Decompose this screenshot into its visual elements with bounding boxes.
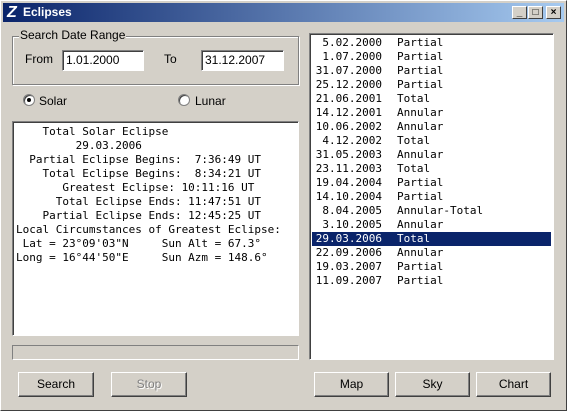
list-item[interactable]: 21.06.2001 Total <box>312 92 551 106</box>
list-item[interactable]: 31.05.2003 Annular <box>312 148 551 162</box>
list-item[interactable]: 8.04.2005 Annular-Total <box>312 204 551 218</box>
eclipse-type: Annular <box>397 120 444 133</box>
list-item[interactable]: 5.02.2000 Partial <box>312 36 551 50</box>
window-title: Eclipses <box>23 5 72 19</box>
eclipse-type: Partial <box>397 50 444 63</box>
details-line: Total Eclipse Begins: 8:34:21 UT <box>16 167 262 180</box>
eclipse-type: Total <box>397 162 431 175</box>
eclipse-type: Partial <box>397 190 444 203</box>
map-button[interactable]: Map <box>314 372 389 397</box>
eclipse-date: 19.03.2007 <box>315 260 382 273</box>
list-item[interactable]: 14.10.2004 Partial <box>312 190 551 204</box>
eclipse-date: 4.12.2002 <box>322 134 382 147</box>
details-line: Total Solar Eclipse <box>16 125 169 138</box>
group-title: Search Date Range <box>19 28 127 42</box>
from-date-input[interactable]: 1.01.2000 <box>62 50 144 71</box>
list-item[interactable]: 10.06.2002 Annular <box>312 120 551 134</box>
details-line: Greatest Eclipse: 10:11:16 UT <box>16 181 255 194</box>
list-item[interactable]: 1.07.2000 Partial <box>312 50 551 64</box>
from-label: From <box>25 52 53 66</box>
eclipse-type: Partial <box>397 260 444 273</box>
minimize-button[interactable]: _ <box>512 6 527 19</box>
radio-selected-dot <box>27 98 31 102</box>
details-line: 29.03.2006 <box>16 139 142 152</box>
to-label: To <box>164 52 177 66</box>
eclipse-type: Annular <box>397 246 444 259</box>
list-item[interactable]: 22.09.2006 Annular <box>312 246 551 260</box>
eclipse-type: Partial <box>397 274 444 287</box>
eclipse-date: 3.10.2005 <box>322 218 382 231</box>
eclipse-type: Partial <box>397 78 444 91</box>
eclipse-type: Annular <box>397 148 444 161</box>
close-icon: × <box>550 7 557 18</box>
solar-label[interactable]: Solar <box>39 94 67 108</box>
list-item[interactable]: 19.03.2007 Partial <box>312 260 551 274</box>
eclipse-type: Annular <box>397 106 444 119</box>
eclipse-date: 19.04.2004 <box>315 176 382 189</box>
eclipse-date: 14.12.2001 <box>315 106 382 119</box>
chart-button[interactable]: Chart <box>476 372 551 397</box>
eclipse-type: Partial <box>397 64 444 77</box>
lunar-label[interactable]: Lunar <box>195 94 226 108</box>
eclipse-date: 14.10.2004 <box>315 190 382 203</box>
details-line: Lat = 23°09'03"N Sun Alt = 67.3° <box>16 237 262 250</box>
eclipse-date: 10.06.2002 <box>315 120 382 133</box>
details-line: Long = 16°44'50"E Sun Azm = 148.6° <box>16 251 268 264</box>
eclipse-type: Total <box>397 92 431 105</box>
eclipse-date: 29.03.2006 <box>315 232 382 245</box>
to-date-input[interactable]: 31.12.2007 <box>201 50 284 71</box>
eclipse-type: Annular <box>397 218 444 231</box>
eclipse-date: 21.06.2001 <box>315 92 382 105</box>
eclipse-date: 25.12.2000 <box>315 78 382 91</box>
list-item[interactable]: 25.12.2000 Partial <box>312 78 551 92</box>
eclipse-type: Total <box>397 232 431 245</box>
search-button[interactable]: Search <box>18 372 94 397</box>
details-line: Partial Eclipse Ends: 12:45:25 UT <box>16 209 262 222</box>
maximize-icon: □ <box>532 7 539 18</box>
eclipse-type: Partial <box>397 176 444 189</box>
eclipse-type: Total <box>397 134 431 147</box>
eclipse-details-text[interactable]: Total Solar Eclipse 29.03.2006 Partial E… <box>12 121 299 336</box>
eclipse-date: 11.09.2007 <box>315 274 382 287</box>
list-item[interactable]: 14.12.2001 Annular <box>312 106 551 120</box>
stop-button[interactable]: Stop <box>111 372 187 397</box>
eclipse-type: Annular-Total <box>397 204 484 217</box>
close-button[interactable]: × <box>546 6 561 19</box>
lunar-radio[interactable] <box>178 94 190 106</box>
sky-button[interactable]: Sky <box>395 372 470 397</box>
eclipse-date: 8.04.2005 <box>322 204 382 217</box>
list-item-selected[interactable]: 29.03.2006 Total <box>312 232 551 246</box>
list-item[interactable]: 4.12.2002 Total <box>312 134 551 148</box>
eclipse-date: 31.07.2000 <box>315 64 382 77</box>
eclipse-date: 1.07.2000 <box>322 50 382 63</box>
list-item[interactable]: 19.04.2004 Partial <box>312 176 551 190</box>
eclipse-date: 31.05.2003 <box>315 148 382 161</box>
details-line: Total Eclipse Ends: 11:47:51 UT <box>16 195 262 208</box>
list-item[interactable]: 23.11.2003 Total <box>312 162 551 176</box>
maximize-button[interactable]: □ <box>528 6 543 19</box>
details-line: Partial Eclipse Begins: 7:36:49 UT <box>16 153 262 166</box>
eclipse-list[interactable]: 5.02.2000 Partial 1.07.2000 Partial 31.07.… <box>309 33 554 360</box>
eclipse-date: 22.09.2006 <box>315 246 382 259</box>
list-item[interactable]: 31.07.2000 Partial <box>312 64 551 78</box>
app-icon: Z <box>7 4 17 21</box>
solar-radio[interactable] <box>23 94 35 106</box>
eclipse-type: Partial <box>397 36 444 49</box>
title-bar[interactable]: Z Eclipses _ □ × <box>3 3 564 22</box>
minimize-icon: _ <box>516 7 523 18</box>
eclipse-date: 23.11.2003 <box>315 162 382 175</box>
search-progress-bar <box>12 345 299 360</box>
eclipse-date: 5.02.2000 <box>322 36 382 49</box>
list-item[interactable]: 11.09.2007 Partial <box>312 274 551 288</box>
list-item[interactable]: 3.10.2005 Annular <box>312 218 551 232</box>
details-line: Local Circumstances of Greatest Eclipse: <box>16 223 281 236</box>
